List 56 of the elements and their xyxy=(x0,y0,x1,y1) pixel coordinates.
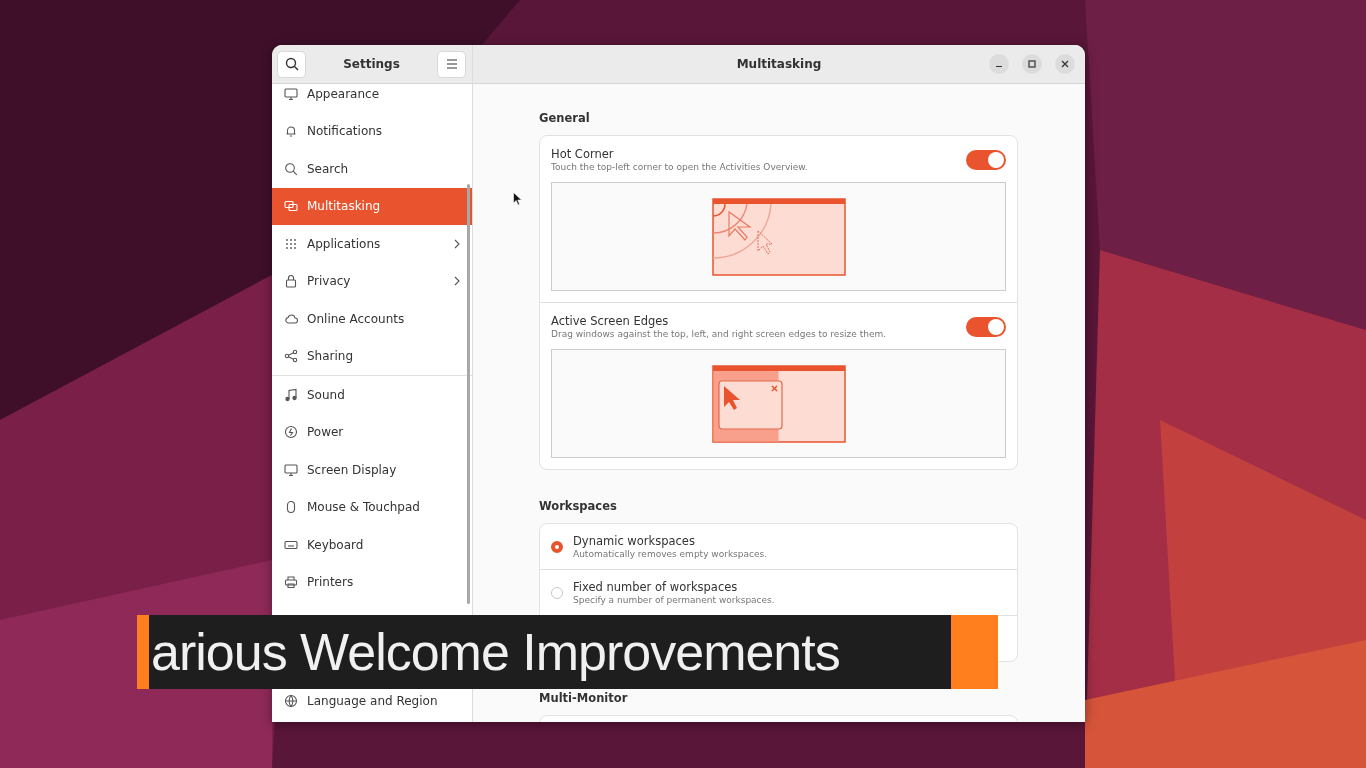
sidebar-item[interactable]: Appearance xyxy=(272,84,472,113)
search-button[interactable] xyxy=(277,50,306,78)
option-description: Specify a number of permanent workspaces. xyxy=(573,595,775,605)
option-description: Automatically removes empty workspaces. xyxy=(573,549,768,559)
sidebar-item[interactable]: Online Accounts xyxy=(272,300,472,338)
sidebar-item[interactable]: Power xyxy=(272,413,472,451)
monitor-icon xyxy=(284,86,298,101)
scrollbar[interactable] xyxy=(467,184,470,604)
toggle-switch[interactable] xyxy=(966,149,1006,170)
power-icon xyxy=(284,425,298,440)
setting-description: Drag windows against the top, left, and right screen edges to resize them. xyxy=(551,329,887,339)
sidebar-item[interactable]: Notifications xyxy=(272,112,472,150)
sidebar-item[interactable]: Printers xyxy=(272,563,472,601)
toggle-switch[interactable] xyxy=(966,316,1006,337)
sidebar-item[interactable]: Multitasking xyxy=(272,187,472,225)
option-title: Fixed number of workspaces xyxy=(573,580,739,594)
pointer-icon xyxy=(513,192,522,206)
radio-button[interactable] xyxy=(551,540,563,553)
section-heading: General xyxy=(539,111,591,125)
maximize-icon xyxy=(1028,60,1036,68)
sidebar-item[interactable]: Mouse & Touchpad xyxy=(272,488,472,526)
windows-icon xyxy=(284,199,298,214)
sidebar-item[interactable]: Screen Display xyxy=(272,451,472,489)
sidebar-item[interactable]: Keyboard xyxy=(272,526,472,564)
sidebar-item[interactable]: Search xyxy=(272,150,472,188)
printer-icon xyxy=(284,575,298,590)
setting-title: Hot Corner xyxy=(551,147,615,161)
mouse-icon xyxy=(284,500,298,515)
window-title: Multitasking xyxy=(736,57,822,71)
search-icon xyxy=(284,57,299,71)
sidebar-item[interactable]: Applications xyxy=(272,225,472,263)
menu-button[interactable] xyxy=(437,50,466,78)
cloud-icon xyxy=(284,311,298,326)
search-icon xyxy=(284,161,298,176)
lock-icon xyxy=(284,274,298,289)
globe-icon xyxy=(284,694,298,708)
close-icon xyxy=(1061,60,1069,68)
music-note-icon xyxy=(284,387,298,402)
setting-title: Active Screen Edges xyxy=(551,314,670,328)
sidebar-title: Settings xyxy=(343,57,400,71)
sidebar-item[interactable]: Language and Region xyxy=(272,690,472,712)
monitor-icon xyxy=(284,462,298,477)
share-icon xyxy=(284,349,298,364)
section-heading: Workspaces xyxy=(539,499,618,513)
sidebar-item[interactable]: Sharing xyxy=(272,337,472,375)
caption-text: arious Welcome Improvements xyxy=(151,622,840,682)
sidebar-item[interactable]: Sound xyxy=(272,376,472,414)
setting-description: Touch the top-left corner to open the Activities Overview. xyxy=(551,162,808,172)
close-button[interactable] xyxy=(1055,54,1075,74)
menu-icon xyxy=(445,59,458,69)
dots-grid-icon xyxy=(284,236,298,251)
maximize-button[interactable] xyxy=(1022,54,1042,74)
section-heading: Multi-Monitor xyxy=(539,691,629,705)
sidebar-item[interactable]: Privacy xyxy=(272,262,472,300)
bell-icon xyxy=(284,124,298,139)
option-title: Dynamic workspaces xyxy=(573,534,696,548)
